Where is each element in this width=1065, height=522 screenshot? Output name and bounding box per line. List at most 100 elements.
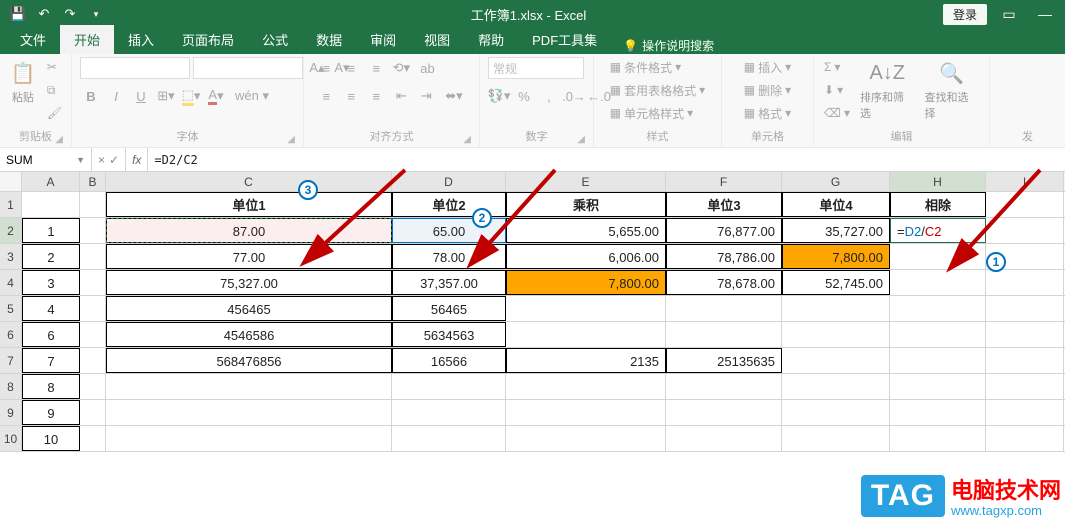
font-size-combo[interactable] bbox=[193, 57, 303, 79]
cell[interactable]: 16566 bbox=[392, 348, 506, 373]
cell-header-h[interactable]: 相除 bbox=[890, 192, 986, 217]
tell-me-search[interactable]: 💡 操作说明搜索 bbox=[623, 37, 714, 54]
cell-styles-button[interactable]: ▦单元格样式 ▾ bbox=[608, 103, 707, 123]
insert-cells-button[interactable]: ▦插入 ▾ bbox=[742, 57, 793, 77]
cell-header-f[interactable]: 单位3 bbox=[666, 192, 782, 217]
cell[interactable] bbox=[666, 322, 782, 347]
cell[interactable] bbox=[22, 192, 80, 217]
format-cells-button[interactable]: ▦格式 ▾ bbox=[742, 103, 793, 123]
number-format-combo[interactable]: 常规 bbox=[488, 57, 584, 79]
cell[interactable] bbox=[506, 426, 666, 451]
cell[interactable] bbox=[782, 348, 890, 373]
col-header-D[interactable]: D bbox=[392, 172, 506, 191]
col-header-I[interactable]: I bbox=[986, 172, 1064, 191]
cell[interactable]: 78.00 bbox=[392, 244, 506, 269]
cell[interactable] bbox=[666, 400, 782, 425]
col-header-H[interactable]: H bbox=[890, 172, 986, 191]
cell[interactable]: 6,006.00 bbox=[506, 244, 666, 269]
wrap-text-button[interactable]: ab bbox=[415, 57, 439, 79]
cell-header-g[interactable]: 单位4 bbox=[782, 192, 890, 217]
minimize-icon[interactable]: ― bbox=[1031, 3, 1059, 25]
cell[interactable]: 78,678.00 bbox=[666, 270, 782, 295]
save-icon[interactable]: 💾 bbox=[6, 3, 30, 25]
cell[interactable] bbox=[986, 296, 1064, 321]
row-header-7[interactable]: 7 bbox=[0, 348, 22, 373]
row-header-1[interactable]: 1 bbox=[0, 192, 22, 217]
cell[interactable] bbox=[986, 374, 1064, 399]
cell[interactable] bbox=[80, 192, 106, 217]
cell-header-e[interactable]: 乘积 bbox=[506, 192, 666, 217]
indent-decrease-icon[interactable]: ⇤ bbox=[390, 85, 412, 107]
col-header-A[interactable]: A bbox=[22, 172, 80, 191]
cell[interactable] bbox=[782, 400, 890, 425]
cell[interactable] bbox=[666, 374, 782, 399]
fill-button[interactable]: ⬇ ▾ bbox=[822, 80, 852, 100]
qat-dropdown-icon[interactable]: ▾ bbox=[84, 3, 108, 25]
dialog-launcher-icon[interactable]: ◢ bbox=[577, 134, 585, 145]
dialog-launcher-icon[interactable]: ◢ bbox=[287, 134, 295, 145]
cell[interactable] bbox=[890, 374, 986, 399]
cell[interactable] bbox=[80, 244, 106, 269]
cell[interactable] bbox=[782, 374, 890, 399]
cell[interactable]: 10 bbox=[22, 426, 80, 451]
comma-format-icon[interactable]: , bbox=[538, 85, 560, 107]
ribbon-options-icon[interactable]: ▭ bbox=[995, 3, 1023, 25]
col-header-F[interactable]: F bbox=[666, 172, 782, 191]
row-header-3[interactable]: 3 bbox=[0, 244, 22, 269]
paste-button[interactable]: 📋 粘贴 bbox=[7, 57, 39, 107]
cell[interactable] bbox=[782, 296, 890, 321]
tab-pdf[interactable]: PDF工具集 bbox=[518, 25, 611, 54]
cell[interactable] bbox=[890, 400, 986, 425]
cell[interactable] bbox=[80, 374, 106, 399]
cell[interactable] bbox=[506, 374, 666, 399]
cell[interactable] bbox=[506, 296, 666, 321]
merge-button[interactable]: ⬌▾ bbox=[440, 85, 467, 107]
cell[interactable]: 568476856 bbox=[106, 348, 392, 373]
cell[interactable] bbox=[392, 400, 506, 425]
cell[interactable] bbox=[986, 192, 1064, 217]
cell[interactable] bbox=[392, 426, 506, 451]
cell[interactable] bbox=[666, 426, 782, 451]
tab-home[interactable]: 开始 bbox=[60, 25, 114, 54]
cell[interactable]: 7,800.00 bbox=[782, 244, 890, 269]
cell[interactable] bbox=[106, 400, 392, 425]
cell[interactable] bbox=[986, 322, 1064, 347]
cell[interactable] bbox=[80, 400, 106, 425]
italic-button[interactable]: I bbox=[105, 85, 127, 107]
row-header-5[interactable]: 5 bbox=[0, 296, 22, 321]
cell-H2-active[interactable]: =D2/C2 bbox=[890, 218, 986, 243]
cell[interactable] bbox=[80, 426, 106, 451]
cell[interactable]: 456465 bbox=[106, 296, 392, 321]
cell[interactable] bbox=[80, 322, 106, 347]
align-left-icon[interactable]: ≡ bbox=[315, 85, 337, 107]
font-name-combo[interactable] bbox=[80, 57, 190, 79]
cell[interactable] bbox=[890, 296, 986, 321]
align-middle-icon[interactable]: ≡ bbox=[340, 57, 362, 79]
cell[interactable] bbox=[666, 296, 782, 321]
col-header-E[interactable]: E bbox=[506, 172, 666, 191]
formula-input[interactable]: =D2/C2 bbox=[148, 148, 1065, 171]
orientation-icon[interactable]: ⟲▾ bbox=[390, 57, 412, 79]
cell[interactable] bbox=[986, 218, 1064, 243]
format-as-table-button[interactable]: ▦套用表格格式 ▾ bbox=[608, 80, 707, 100]
name-box[interactable]: SUM ▼ bbox=[0, 148, 92, 171]
tab-layout[interactable]: 页面布局 bbox=[168, 25, 248, 54]
cell-C2[interactable]: 87.00 bbox=[106, 218, 392, 243]
col-header-G[interactable]: G bbox=[782, 172, 890, 191]
cell[interactable] bbox=[890, 322, 986, 347]
cell[interactable] bbox=[106, 374, 392, 399]
cell[interactable] bbox=[890, 348, 986, 373]
cell[interactable] bbox=[890, 270, 986, 295]
cell[interactable] bbox=[392, 374, 506, 399]
cell[interactable]: 3 bbox=[22, 270, 80, 295]
cell[interactable]: 9 bbox=[22, 400, 80, 425]
cell[interactable] bbox=[80, 218, 106, 243]
cell[interactable]: 35,727.00 bbox=[782, 218, 890, 243]
tab-file[interactable]: 文件 bbox=[6, 25, 60, 54]
cell[interactable]: 52,745.00 bbox=[782, 270, 890, 295]
indent-increase-icon[interactable]: ⇥ bbox=[415, 85, 437, 107]
delete-cells-button[interactable]: ▦删除 ▾ bbox=[742, 80, 793, 100]
cell[interactable]: 2135 bbox=[506, 348, 666, 373]
format-painter-button[interactable]: 🖌 bbox=[45, 103, 64, 123]
cell[interactable]: 75,327.00 bbox=[106, 270, 392, 295]
